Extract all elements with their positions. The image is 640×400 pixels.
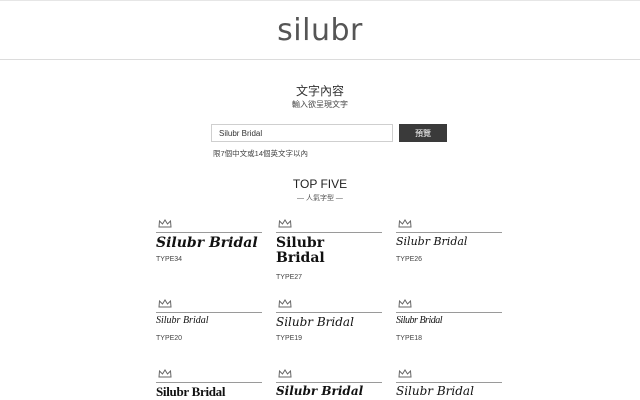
- crown-icon: [158, 219, 172, 228]
- font-card-type18[interactable]: Silubr Bridal TYPE18: [396, 299, 502, 349]
- font-card-type34[interactable]: Silubr Bridal TYPE34: [156, 219, 262, 271]
- font-sample: Silubr Bridal: [276, 384, 364, 398]
- card-divider: [276, 232, 382, 233]
- site-header: silubr: [0, 0, 640, 60]
- font-card-type26[interactable]: Silubr Bridal TYPE26: [396, 219, 502, 271]
- text-input[interactable]: [211, 124, 393, 142]
- card-divider: [276, 312, 382, 313]
- card-divider: [156, 312, 262, 313]
- type-label: TYPE27: [276, 274, 303, 281]
- font-sample: Silubr Bridal: [156, 384, 226, 399]
- crown-icon: [398, 299, 412, 308]
- crown-icon: [398, 369, 412, 378]
- font-card-type20[interactable]: Silubr Bridal TYPE20: [156, 299, 262, 349]
- font-card[interactable]: Silubr Bridal: [276, 369, 382, 400]
- crown-icon: [278, 219, 292, 228]
- preview-button[interactable]: 預覽: [399, 124, 447, 142]
- site-logo[interactable]: silubr: [0, 13, 640, 48]
- font-card-type27[interactable]: Silubr Bridal TYPE27: [276, 219, 382, 285]
- font-card[interactable]: Silubr Bridal: [156, 369, 262, 400]
- type-label: TYPE18: [396, 335, 423, 342]
- text-content-subtitle: 輸入欲呈現文字: [292, 100, 348, 109]
- type-label: TYPE26: [396, 256, 423, 263]
- type-label: TYPE20: [156, 335, 183, 342]
- card-divider: [156, 232, 262, 233]
- card-divider: [156, 382, 262, 383]
- font-sample: Silubr Bridal: [396, 384, 474, 398]
- crown-icon: [278, 369, 292, 378]
- font-card-type19[interactable]: Silubr Bridal TYPE19: [276, 299, 382, 349]
- card-divider: [396, 312, 502, 313]
- font-card[interactable]: Silubr Bridal: [396, 369, 502, 400]
- type-label: TYPE34: [156, 256, 183, 263]
- font-sample: Silubr Bridal: [276, 315, 354, 329]
- type-label: TYPE19: [276, 335, 303, 342]
- top-five-subtitle: — 人氣字型 —: [297, 195, 343, 202]
- top-five-title: TOP FIVE: [292, 177, 348, 191]
- font-sample: Silubr Bridal: [396, 315, 443, 326]
- font-sample: Silubr Bridal: [276, 235, 325, 266]
- crown-icon: [158, 369, 172, 378]
- crown-icon: [278, 299, 292, 308]
- font-sample: Silubr Bridal: [396, 235, 468, 248]
- card-divider: [276, 382, 382, 383]
- character-limit-note: 限7個中文或14個英文字以內: [213, 149, 309, 158]
- text-content-title: 文字內容: [295, 84, 344, 98]
- font-sample: Silubr Bridal: [156, 315, 209, 326]
- card-divider: [396, 232, 502, 233]
- crown-icon: [158, 299, 172, 308]
- font-sample: Silubr Bridal: [156, 235, 258, 251]
- crown-icon: [398, 219, 412, 228]
- card-divider: [396, 382, 502, 383]
